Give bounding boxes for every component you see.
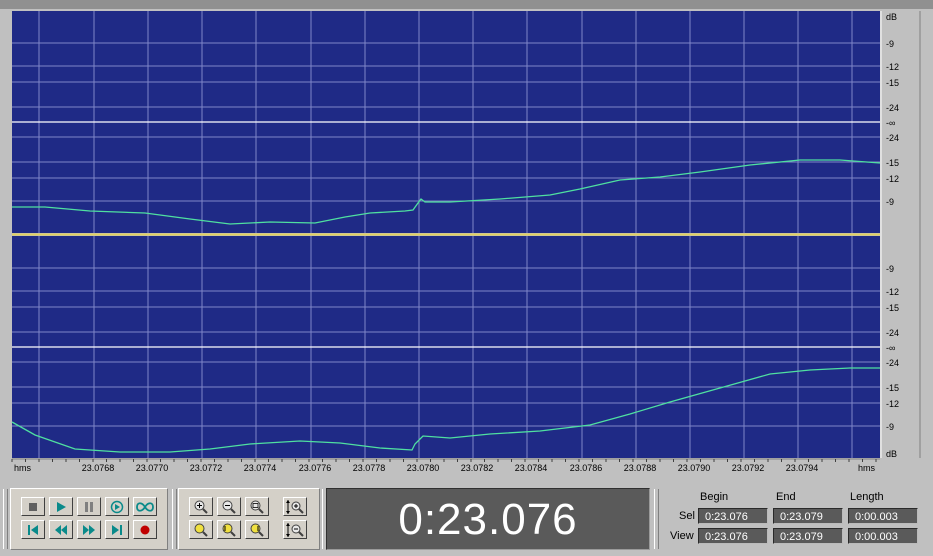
waveform-display[interactable]: dB -9 -12 -15 -24 -∞ -24 -15 -12 -9 -9 -12 -15 -24 -∞ -… [0,0,933,480]
sel-begin-field[interactable]: 0:23.076 [698,508,768,524]
zoom-in-icon [194,500,208,514]
end-header: End [776,491,796,503]
db-label: -15 [886,158,899,168]
zoom-right-icon [250,523,264,537]
play-button[interactable] [49,497,73,516]
toolbar-grip[interactable] [172,489,177,549]
zoom-out-icon [222,500,236,514]
selection-view-panel: Begin End Length Sel View 0:23.076 0:23.… [662,488,928,550]
time-tick-label: 23.0794 [786,463,819,473]
ruler-unit-left: hms [14,463,32,473]
zoom-left-button[interactable] [217,520,241,539]
go-to-start-icon [28,524,38,535]
db-label: -9 [886,39,894,49]
toolbar-grip[interactable] [654,489,659,549]
play-looped-icon [110,500,124,513]
db-label: -12 [886,287,899,297]
record-icon [140,525,150,534]
length-header: Length [850,491,884,503]
stop-icon [29,502,37,511]
loop-icon [136,501,154,512]
control-bar: 0:23.076 Begin End Length Sel View 0:23.… [0,480,933,556]
record-button[interactable] [133,520,157,539]
db-label: -15 [886,383,899,393]
begin-header: Begin [700,491,729,503]
play-icon [57,501,66,512]
time-display-panel: 0:23.076 [326,488,650,550]
db-label: -9 [886,264,894,274]
db-label: -∞ [886,343,895,353]
zoom-in-vertical-button[interactable] [283,497,307,516]
time-tick-label: 23.0790 [678,463,711,473]
transport-panel [10,488,168,550]
ruler-unit-right: hms [858,463,876,473]
fast-forward-button[interactable] [77,520,101,539]
zoom-left-icon [222,523,236,537]
zoom-out-button[interactable] [217,497,241,516]
view-length-field[interactable]: 0:00.003 [848,528,918,544]
sel-label: Sel [679,510,695,522]
play-looped-button[interactable] [105,497,129,516]
time-tick-label: 23.0776 [299,463,332,473]
time-tick-label: 23.0768 [82,463,115,473]
fast-forward-icon [83,524,95,535]
db-label: -12 [886,174,899,184]
zoom-in-vertical-icon [286,499,304,514]
time-tick-label: 23.0780 [407,463,440,473]
time-display: 0:23.076 [398,495,578,544]
db-label: -15 [886,78,899,88]
go-to-start-button[interactable] [21,520,45,539]
time-tick-label: 23.0786 [570,463,603,473]
rewind-icon [55,524,67,535]
zoom-selection-button[interactable] [189,520,213,539]
time-tick-label: 23.0792 [732,463,765,473]
view-begin-field[interactable]: 0:23.076 [698,528,768,544]
zoom-right-button[interactable] [245,520,269,539]
zoom-panel [178,488,320,550]
db-label: -15 [886,303,899,313]
db-label: dB [886,449,897,459]
zoom-out-vertical-button[interactable] [283,520,307,539]
db-label: -9 [886,422,894,432]
db-label: -24 [886,358,899,368]
stop-button[interactable] [21,497,45,516]
sel-length-field[interactable]: 0:00.003 [848,508,918,524]
go-to-end-icon [112,524,122,535]
db-label: -12 [886,62,899,72]
view-label: View [670,530,694,542]
zoom-full-icon [250,500,264,514]
time-tick-label: 23.0782 [461,463,494,473]
rewind-button[interactable] [49,520,73,539]
zoom-full-button[interactable] [245,497,269,516]
time-tick-label: 23.0788 [624,463,657,473]
pause-button[interactable] [77,497,101,516]
db-label: -24 [886,103,899,113]
view-end-field[interactable]: 0:23.079 [773,528,843,544]
db-label: -12 [886,399,899,409]
sel-end-field[interactable]: 0:23.079 [773,508,843,524]
db-label: -9 [886,197,894,207]
time-tick-label: 23.0784 [515,463,548,473]
time-tick-label: 23.0772 [190,463,223,473]
pause-icon [85,501,93,512]
go-to-end-button[interactable] [105,520,129,539]
time-tick-label: 23.0778 [353,463,386,473]
db-label: -24 [886,328,899,338]
zoom-selection-icon [194,523,208,537]
loop-button[interactable] [133,497,157,516]
time-tick-label: 23.0774 [244,463,277,473]
top-ruler [0,0,933,9]
db-label: -24 [886,133,899,143]
toolbar-grip[interactable] [3,489,8,549]
db-label: dB [886,12,897,22]
zoom-in-button[interactable] [189,497,213,516]
db-label: -∞ [886,118,895,128]
zoom-out-vertical-icon [286,522,304,537]
time-tick-label: 23.0770 [136,463,169,473]
